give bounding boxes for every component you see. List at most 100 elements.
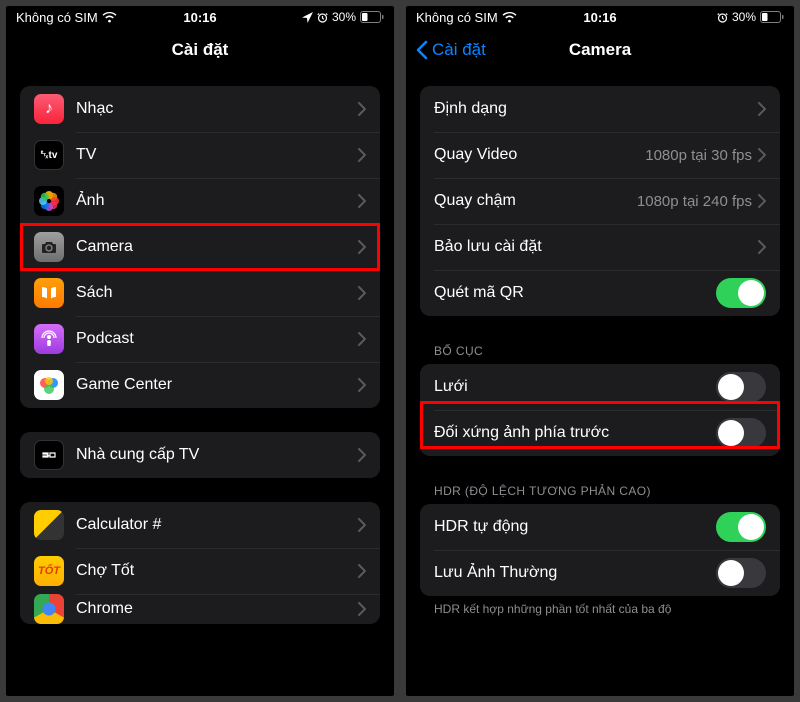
chevron-right-icon: [358, 518, 366, 532]
page-title: Cài đặt: [172, 40, 229, 60]
tv-icon: ␃tv: [34, 140, 64, 170]
row-auto-hdr[interactable]: HDR tự động: [420, 504, 780, 550]
row-label: Ảnh: [76, 192, 358, 210]
chevron-right-icon: [758, 102, 766, 116]
row-label: Quay chậm: [434, 192, 637, 210]
row-label: Podcast: [76, 330, 358, 348]
row-label: Quét mã QR: [434, 284, 716, 302]
back-button[interactable]: Cài đặt: [416, 40, 486, 60]
toggle-scan-qr[interactable]: [716, 278, 766, 308]
group-camera-main: Định dạng Quay Video 1080p tại 30 fps Qu…: [420, 86, 780, 316]
chotot-icon: TỐT: [34, 556, 64, 586]
chevron-right-icon: [358, 564, 366, 578]
row-label: TV: [76, 146, 358, 164]
carrier-text: Không có SIM: [16, 10, 98, 25]
chevron-right-icon: [758, 240, 766, 254]
row-detail: 1080p tại 30 fps: [645, 147, 752, 164]
row-label: Lưới: [434, 378, 716, 396]
row-label: Định dạng: [434, 100, 758, 118]
row-record-video[interactable]: Quay Video 1080p tại 30 fps: [420, 132, 780, 178]
row-label: Nhạc: [76, 100, 358, 118]
row-chotot[interactable]: TỐT Chợ Tốt: [20, 548, 380, 594]
status-time: 10:16: [183, 10, 216, 25]
battery-percent: 30%: [332, 10, 356, 24]
row-label: Calculator #: [76, 516, 358, 534]
status-bar: Không có SIM 10:16 30%: [406, 6, 794, 28]
chevron-right-icon: [358, 332, 366, 346]
row-slow-mo[interactable]: Quay chậm 1080p tại 240 fps: [420, 178, 780, 224]
battery-percent: 30%: [732, 10, 756, 24]
chevron-right-icon: [358, 448, 366, 462]
row-label: Game Center: [76, 376, 358, 394]
row-detail: 1080p tại 240 fps: [637, 193, 752, 210]
status-bar: Không có SIM 10:16 30%: [6, 6, 394, 28]
section-header-layout: BỐ CỤC: [434, 344, 780, 358]
section-header-hdr: HDR (ĐỘ LỆCH TƯƠNG PHẢN CAO): [434, 484, 780, 498]
group-layout: Lưới Đối xứng ảnh phía trước: [420, 364, 780, 456]
left-screen: Không có SIM 10:16 30% Cài đặt ♪ Nhạ: [6, 6, 394, 696]
location-icon: [302, 12, 313, 23]
row-tv[interactable]: ␃tv TV: [20, 132, 380, 178]
battery-icon: [760, 11, 784, 23]
row-label: Quay Video: [434, 146, 645, 164]
books-icon: [34, 278, 64, 308]
row-music[interactable]: ♪ Nhạc: [20, 86, 380, 132]
chevron-right-icon: [358, 240, 366, 254]
alarm-icon: [317, 12, 328, 23]
row-label: Sách: [76, 284, 358, 302]
toggle-auto-hdr[interactable]: [716, 512, 766, 542]
row-mirror-front[interactable]: Đối xứng ảnh phía trước: [420, 410, 780, 456]
row-label: Nhà cung cấp TV: [76, 446, 358, 464]
row-keep-normal[interactable]: Lưu Ảnh Thường: [420, 550, 780, 596]
group-hdr: HDR tự động Lưu Ảnh Thường: [420, 504, 780, 596]
carrier-text: Không có SIM: [416, 10, 498, 25]
group-third-party: Calculator # TỐT Chợ Tốt Chrome: [20, 502, 380, 624]
content-scroll[interactable]: Định dạng Quay Video 1080p tại 30 fps Qu…: [406, 72, 794, 696]
row-grid[interactable]: Lưới: [420, 364, 780, 410]
toggle-grid[interactable]: [716, 372, 766, 402]
content-scroll[interactable]: ♪ Nhạc ␃tv TV Ảnh Camera: [6, 72, 394, 696]
music-icon: ♪: [34, 94, 64, 124]
chevron-right-icon: [758, 194, 766, 208]
chevron-right-icon: [358, 102, 366, 116]
chevron-right-icon: [358, 602, 366, 616]
group-media-apps: ♪ Nhạc ␃tv TV Ảnh Camera: [20, 86, 380, 408]
nav-header: Cài đặt Camera: [406, 28, 794, 72]
row-label: Chợ Tốt: [76, 562, 358, 580]
group-tv-provider: Nhà cung cấp TV: [20, 432, 380, 478]
alarm-icon: [717, 12, 728, 23]
row-chrome[interactable]: Chrome: [20, 594, 380, 624]
podcast-icon: [34, 324, 64, 354]
row-preserve-settings[interactable]: Bảo lưu cài đặt: [420, 224, 780, 270]
wifi-icon: [502, 12, 517, 23]
right-screen: Không có SIM 10:16 30% Cài đặt Camera Đị…: [406, 6, 794, 696]
row-calculator[interactable]: Calculator #: [20, 502, 380, 548]
row-label: Đối xứng ảnh phía trước: [434, 424, 716, 442]
battery-icon: [360, 11, 384, 23]
chrome-icon: [34, 594, 64, 624]
toggle-keep-normal[interactable]: [716, 558, 766, 588]
calculator-icon: [34, 510, 64, 540]
row-label: Chrome: [76, 600, 358, 618]
row-game-center[interactable]: Game Center: [20, 362, 380, 408]
row-tv-provider[interactable]: Nhà cung cấp TV: [20, 432, 380, 478]
wifi-icon: [102, 12, 117, 23]
row-photos[interactable]: Ảnh: [20, 178, 380, 224]
toggle-mirror-front[interactable]: [716, 418, 766, 448]
nav-header: Cài đặt: [6, 28, 394, 72]
game-center-icon: [34, 370, 64, 400]
camera-icon: [34, 232, 64, 262]
back-label: Cài đặt: [432, 40, 486, 60]
row-label: Camera: [76, 238, 358, 256]
row-format[interactable]: Định dạng: [420, 86, 780, 132]
chevron-right-icon: [358, 194, 366, 208]
row-scan-qr[interactable]: Quét mã QR: [420, 270, 780, 316]
chevron-right-icon: [358, 148, 366, 162]
row-podcast[interactable]: Podcast: [20, 316, 380, 362]
row-label: HDR tự động: [434, 518, 716, 536]
row-books[interactable]: Sách: [20, 270, 380, 316]
row-label: Bảo lưu cài đặt: [434, 238, 758, 256]
chevron-right-icon: [358, 378, 366, 392]
chevron-right-icon: [358, 286, 366, 300]
row-camera[interactable]: Camera: [20, 224, 380, 270]
